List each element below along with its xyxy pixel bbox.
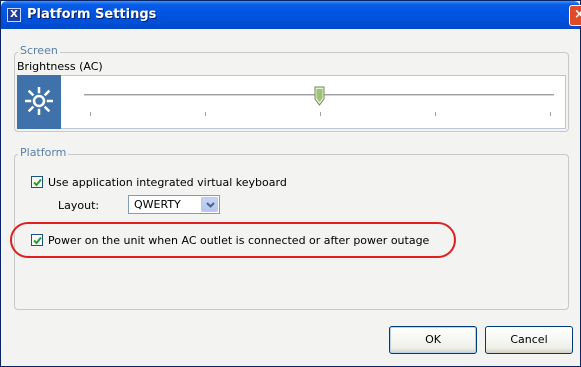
ok-button[interactable]: OK [389,326,477,354]
screen-group-legend: Screen [18,44,60,57]
highlight-annotation [10,222,456,258]
slider-tick [320,112,321,116]
brightness-icon-box [17,75,61,129]
app-icon: X [7,8,21,22]
title-bar[interactable]: X Platform Settings × [1,1,581,29]
chevron-down-icon [206,202,215,208]
layout-dropdown-button[interactable] [201,197,218,212]
layout-label: Layout: [58,199,100,212]
slider-tick [435,112,436,116]
layout-select[interactable]: QWERTY [128,195,220,214]
brightness-slider-panel [17,75,566,129]
cancel-button[interactable]: Cancel [485,326,573,354]
brightness-label: Brightness (AC) [17,60,103,73]
close-button[interactable]: × [569,5,581,26]
platform-group-legend: Platform [18,146,69,159]
sun-icon [25,87,53,115]
slider-tick [550,112,551,116]
virtual-keyboard-label[interactable]: Use application integrated virtual keybo… [48,176,287,189]
checkmark-icon [33,178,42,187]
window-title: Platform Settings [27,7,157,22]
slider-tick [90,112,91,116]
layout-select-value: QWERTY [134,198,181,211]
brightness-slider-thumb[interactable] [314,86,325,109]
virtual-keyboard-checkbox[interactable] [31,176,43,188]
slider-tick [205,112,206,116]
